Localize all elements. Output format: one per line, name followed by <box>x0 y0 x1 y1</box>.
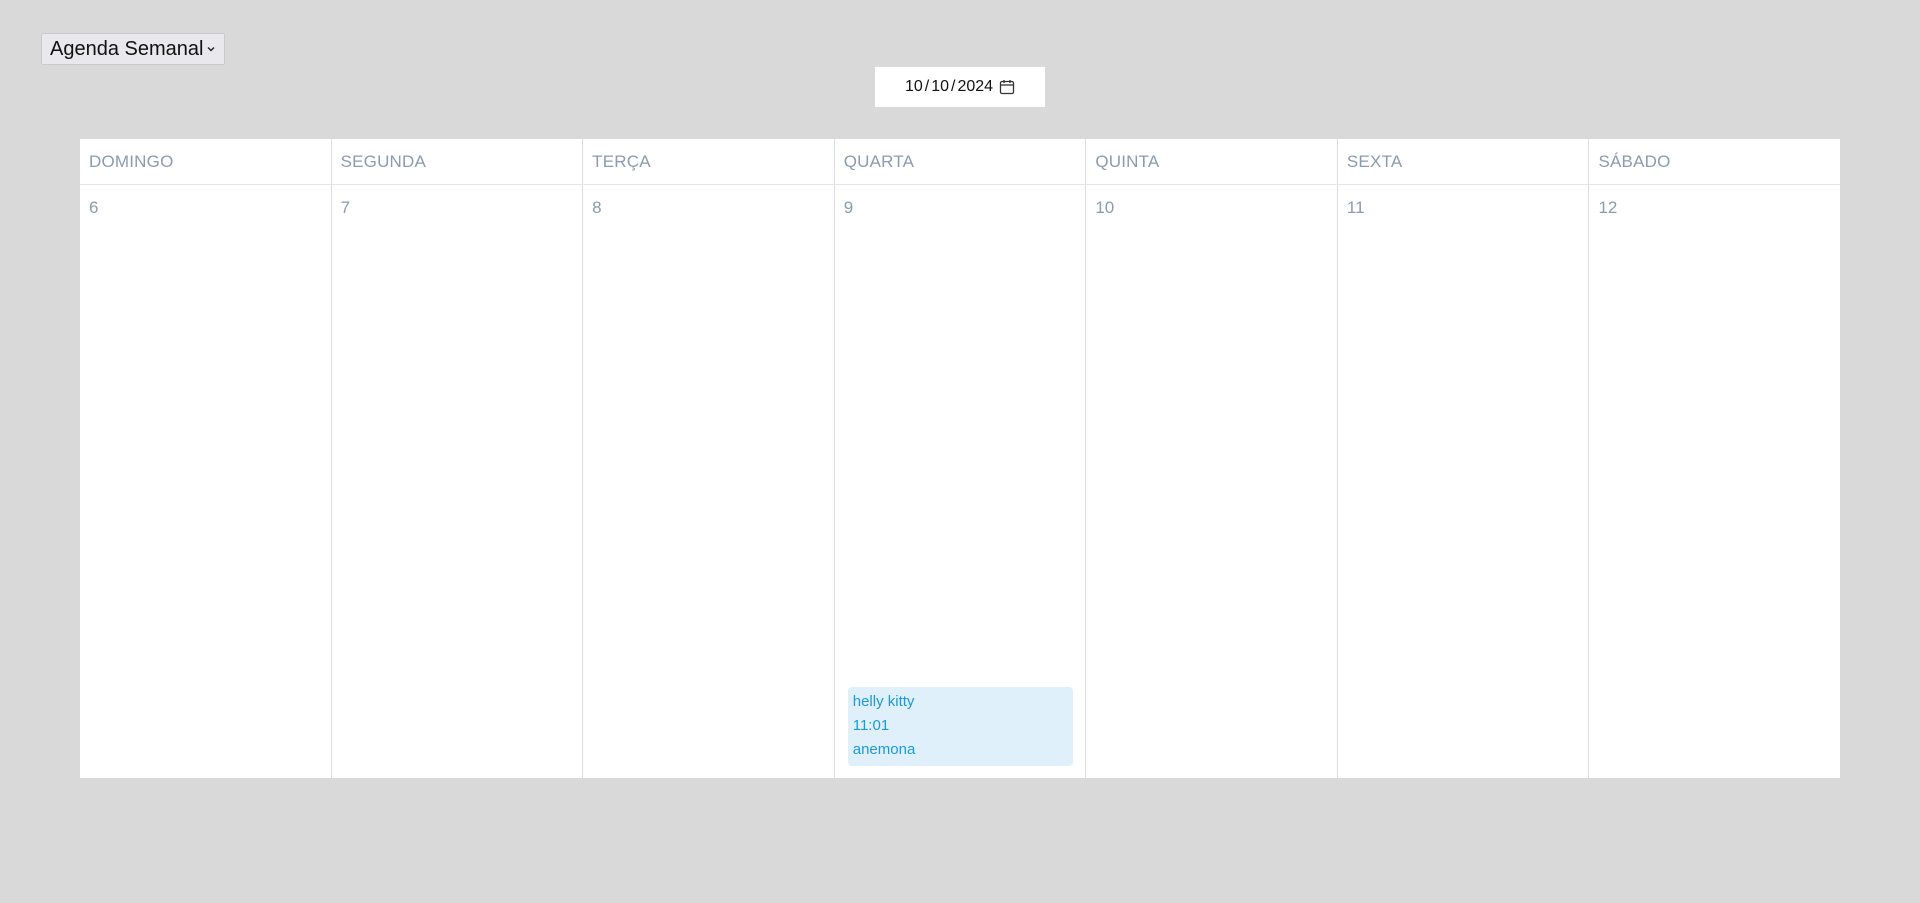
calendar-body: 6 7 8 9 helly kitty 11:01 anemona 10 11 … <box>80 185 1840 778</box>
day-number: 9 <box>843 198 854 217</box>
day-name: TERÇA <box>592 152 651 171</box>
day-number: 8 <box>592 198 602 217</box>
day-cell-friday[interactable]: 11 <box>1338 185 1590 778</box>
date-year[interactable]: 2024 <box>957 78 993 96</box>
date-separator: / <box>924 78 930 95</box>
day-header-wednesday: QUARTA <box>835 139 1087 184</box>
day-cell-saturday[interactable]: 12 <box>1589 185 1840 778</box>
day-header-tuesday: TERÇA <box>583 139 835 184</box>
date-input[interactable]: 10 / 10 / 2024 <box>875 67 1045 107</box>
day-number: 11 <box>1346 198 1365 217</box>
day-name: QUARTA <box>843 152 915 171</box>
date-separator: / <box>951 78 956 95</box>
date-month[interactable]: 10 <box>931 78 949 96</box>
day-number: 6 <box>89 198 99 217</box>
event-title: helly kitty <box>852 693 915 710</box>
day-number: 7 <box>340 198 351 217</box>
event-location: anemona <box>852 741 916 758</box>
calendar-header: DOMINGO SEGUNDA TERÇA QUARTA QUINTA SEXT… <box>80 139 1840 185</box>
day-cell-sunday[interactable]: 6 <box>80 185 332 778</box>
calendar-icon[interactable] <box>999 79 1015 95</box>
day-header-sunday: DOMINGO <box>80 139 332 184</box>
day-number: 10 <box>1095 198 1115 217</box>
day-cell-thursday[interactable]: 10 <box>1086 185 1338 778</box>
day-cell-tuesday[interactable]: 8 <box>583 185 835 778</box>
day-header-thursday: QUINTA <box>1086 139 1338 184</box>
date-day[interactable]: 10 <box>905 78 923 96</box>
chevron-down-icon <box>207 47 215 52</box>
day-name: SÁBADO <box>1598 152 1671 171</box>
event-time: 11:01 <box>852 717 890 734</box>
day-header-friday: SEXTA <box>1338 139 1590 184</box>
day-header-saturday: SÁBADO <box>1589 139 1840 184</box>
view-select[interactable]: Agenda Semanal <box>41 33 226 65</box>
day-name: SEXTA <box>1346 152 1403 171</box>
day-number: 12 <box>1598 198 1618 217</box>
view-select-label: Agenda Semanal <box>50 37 204 60</box>
day-cell-wednesday[interactable]: 9 helly kitty 11:01 anemona <box>835 185 1087 778</box>
day-name: QUINTA <box>1095 152 1160 171</box>
week-calendar: DOMINGO SEGUNDA TERÇA QUARTA QUINTA SEXT… <box>80 139 1840 778</box>
day-header-monday: SEGUNDA <box>332 139 584 184</box>
day-name: DOMINGO <box>89 152 174 171</box>
event-card[interactable]: helly kitty 11:01 anemona <box>847 687 1074 766</box>
day-cell-monday[interactable]: 7 <box>332 185 584 778</box>
day-name: SEGUNDA <box>340 152 427 171</box>
